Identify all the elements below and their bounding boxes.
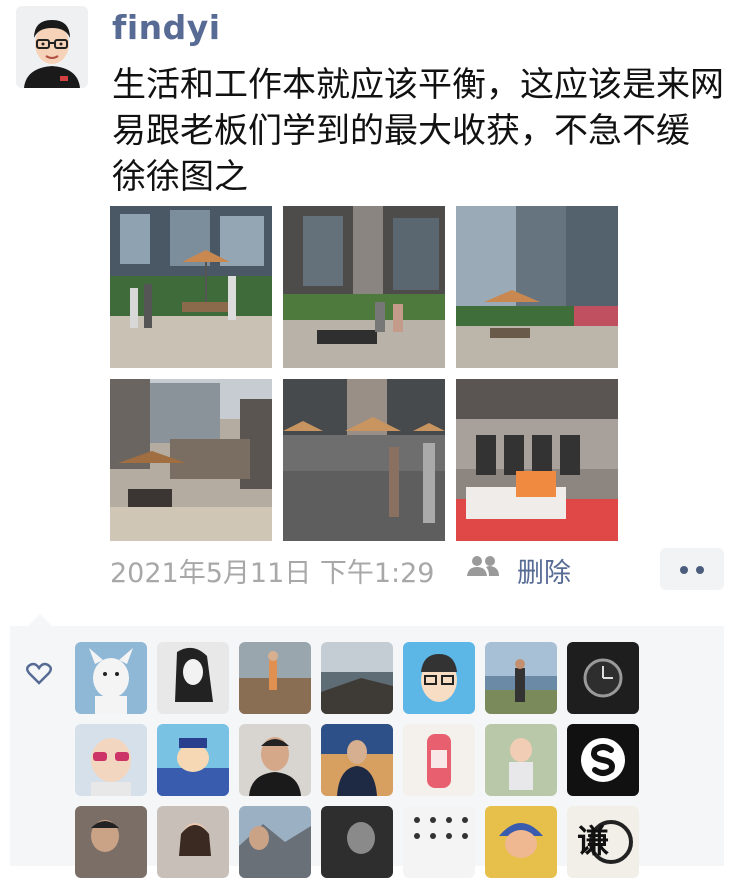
wristwatch-icon xyxy=(567,642,639,714)
delete-button[interactable]: 删除 xyxy=(517,551,571,590)
white-bottle-icon xyxy=(403,724,475,796)
man-portrait-icon xyxy=(239,724,311,796)
liker-avatar[interactable] xyxy=(567,724,639,796)
ink-portrait-icon xyxy=(157,642,229,714)
liker-avatar[interactable] xyxy=(403,806,475,878)
liker-avatar[interactable] xyxy=(239,806,311,878)
liker-avatar[interactable]: 谦 xyxy=(567,806,639,878)
more-dots-icon xyxy=(680,566,688,574)
liker-avatar[interactable] xyxy=(485,806,557,878)
liker-avatar[interactable] xyxy=(239,724,311,796)
group-icon[interactable] xyxy=(466,554,500,582)
person-on-rocks-icon xyxy=(239,642,311,714)
post-photo[interactable] xyxy=(283,206,445,368)
liker-avatar[interactable] xyxy=(321,724,393,796)
woman-indoors-icon xyxy=(157,806,229,878)
dot-grid-pattern-icon xyxy=(403,806,475,878)
building-bench-photo-icon xyxy=(283,206,445,368)
post-text: 生活和工作本就应该平衡，这应该是来网易跟老板们学到的最大收获，不急不缓 徐徐图之 xyxy=(112,65,724,197)
post-photo[interactable] xyxy=(456,206,618,368)
man-by-lake-icon xyxy=(485,642,557,714)
liker-avatar[interactable] xyxy=(75,724,147,796)
cartoon-man-glasses-icon xyxy=(403,642,475,714)
liker-avatar[interactable] xyxy=(157,724,229,796)
post-timestamp: 2021年5月11日 下午1:29 xyxy=(110,558,435,589)
s-logo-icon xyxy=(567,724,639,796)
umbrellas-photo-icon xyxy=(283,379,445,541)
photo-grid xyxy=(110,206,618,542)
bw-portrait-icon xyxy=(321,806,393,878)
liker-avatar[interactable] xyxy=(403,724,475,796)
painted-portrait-icon xyxy=(485,806,557,878)
liker-avatar[interactable] xyxy=(75,806,147,878)
liker-avatar[interactable] xyxy=(157,806,229,878)
liker-avatar[interactable] xyxy=(321,806,393,878)
courtyard-photo-icon xyxy=(110,379,272,541)
liker-avatar[interactable] xyxy=(403,642,475,714)
liker-avatar[interactable] xyxy=(239,642,311,714)
author-name[interactable]: findyi xyxy=(112,8,221,47)
toddler-outdoors-icon xyxy=(485,724,557,796)
dog-cartoon-icon xyxy=(75,642,147,714)
liker-avatar[interactable] xyxy=(485,642,557,714)
liker-avatar[interactable] xyxy=(157,642,229,714)
post-photo[interactable] xyxy=(283,379,445,541)
man-mountain-view-icon xyxy=(239,806,311,878)
heart-icon xyxy=(26,662,52,690)
liker-avatar[interactable] xyxy=(321,642,393,714)
author-avatar[interactable] xyxy=(16,6,88,88)
liker-avatar[interactable] xyxy=(567,642,639,714)
more-dots-icon xyxy=(696,566,704,574)
calligraphy-qian-icon: 谦 xyxy=(567,806,639,878)
post-photo[interactable] xyxy=(110,379,272,541)
glass-building-photo-icon xyxy=(456,206,618,368)
seaside-landscape-icon xyxy=(321,642,393,714)
more-button[interactable] xyxy=(660,548,724,590)
likes-panel-arrow xyxy=(28,614,52,626)
liker-avatar[interactable] xyxy=(485,724,557,796)
baby-sunglasses-icon xyxy=(75,724,147,796)
post-photo[interactable] xyxy=(456,379,618,541)
gym-photo-icon xyxy=(456,379,618,541)
post-photo[interactable] xyxy=(110,206,272,368)
svg-text:谦: 谦 xyxy=(577,822,609,860)
cartoon-man-avatar-icon xyxy=(16,6,88,88)
man-selfie-icon xyxy=(75,806,147,878)
plaza-photo-icon xyxy=(110,206,272,368)
cartoon-characters-icon xyxy=(157,724,229,796)
liker-avatar[interactable] xyxy=(75,642,147,714)
speaker-on-stage-icon xyxy=(321,724,393,796)
